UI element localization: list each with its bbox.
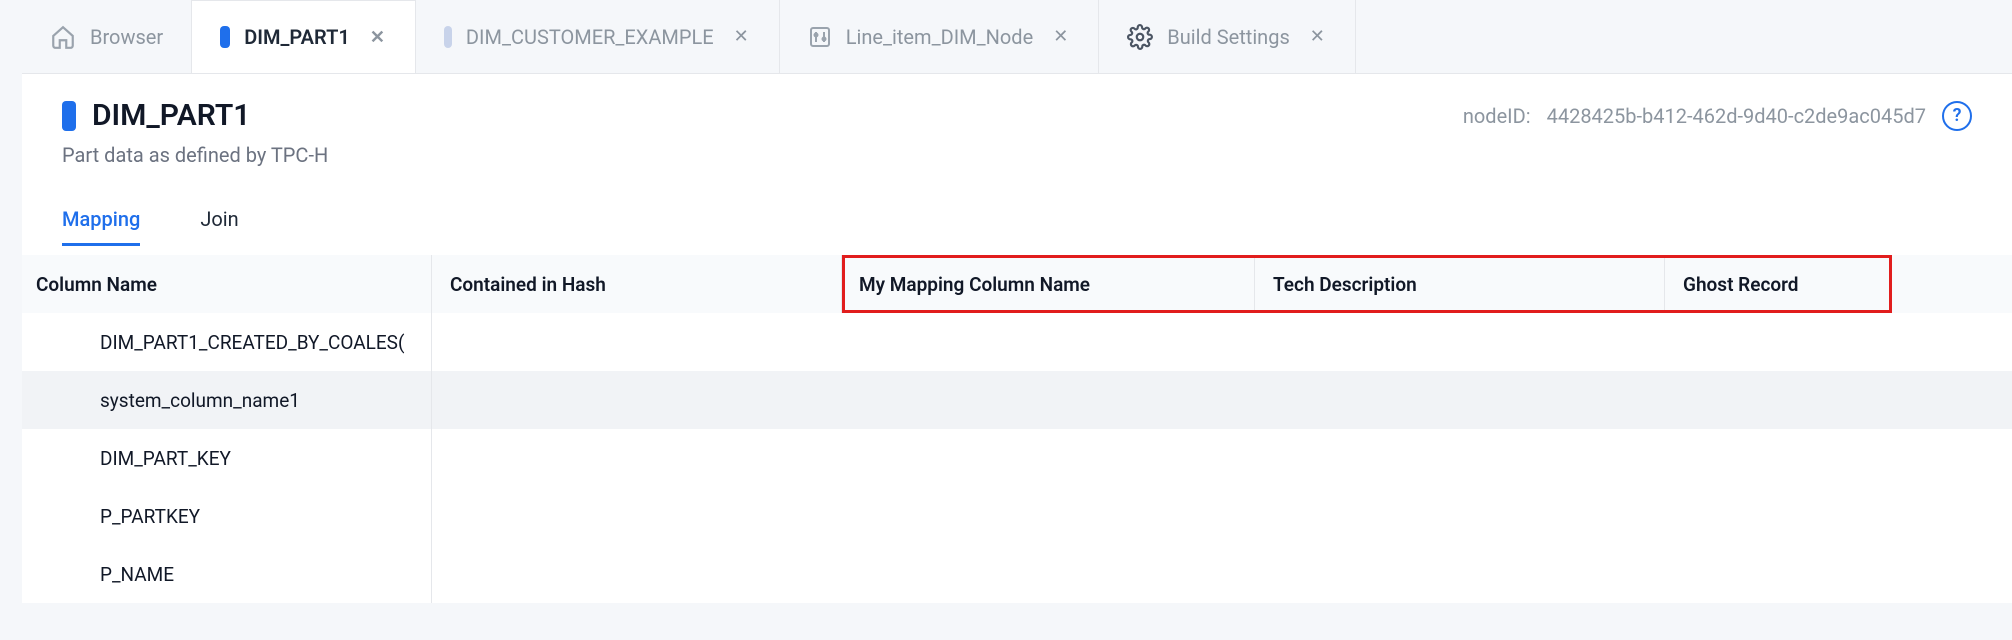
tab-dim-customer-example-label: DIM_CUSTOMER_EXAMPLE	[466, 25, 714, 49]
cell-my-mapping	[842, 487, 1252, 545]
cell-my-mapping	[842, 545, 1252, 603]
cell-spacer	[1892, 313, 2012, 371]
tab-line-item[interactable]: Line_item_DIM_Node ✕	[780, 0, 1100, 73]
tab-dim-customer-example[interactable]: DIM_CUSTOMER_EXAMPLE ✕	[416, 0, 780, 73]
cell-my-mapping	[842, 429, 1252, 487]
cell-tech-desc	[1252, 487, 1662, 545]
tab-dim-part1-label: DIM_PART1	[244, 25, 350, 49]
nodeid-value: 4428425b-b412-462d-9d40-c2de9ac045d7	[1547, 104, 1926, 128]
help-icon[interactable]: ?	[1942, 101, 1972, 131]
page-subtitle: Part data as defined by TPC-H	[62, 143, 1972, 167]
th-column-name[interactable]: Column Name	[22, 255, 432, 313]
tab-browser-label: Browser	[90, 25, 163, 49]
dimension-icon	[62, 101, 76, 131]
cell-column-name: DIM_PART_KEY	[22, 429, 432, 487]
cell-ghost	[1662, 313, 1892, 371]
cell-contained	[432, 429, 842, 487]
cell-contained	[432, 545, 842, 603]
table-row[interactable]: DIM_PART_KEY	[22, 429, 2012, 487]
close-icon[interactable]: ✕	[1051, 26, 1070, 47]
page-header-row: DIM_PART1 nodeID: 4428425b-b412-462d-9d4…	[62, 98, 1972, 133]
tab-browser[interactable]: Browser	[22, 0, 192, 73]
th-ghost-record[interactable]: Ghost Record	[1665, 258, 1895, 310]
cell-column-name: system_column_name1	[22, 371, 432, 429]
cell-column-name: DIM_PART1_CREATED_BY_COALES(	[22, 313, 432, 371]
page-title: DIM_PART1	[92, 98, 250, 133]
mapping-table: Column Name Contained in Hash My Mapping…	[22, 255, 2012, 603]
cell-tech-desc	[1252, 429, 1662, 487]
cell-spacer	[1892, 487, 2012, 545]
tab-build-settings-label: Build Settings	[1167, 25, 1289, 49]
home-icon	[50, 24, 76, 50]
cell-spacer	[1892, 371, 2012, 429]
nodeid-group: nodeID: 4428425b-b412-462d-9d40-c2de9ac0…	[1463, 101, 1972, 131]
cell-column-name: P_PARTKEY	[22, 487, 432, 545]
table-header-row: Column Name Contained in Hash My Mapping…	[22, 255, 2012, 313]
page-title-group: DIM_PART1	[62, 98, 250, 133]
cell-column-name: P_NAME	[22, 545, 432, 603]
cell-ghost	[1662, 487, 1892, 545]
cell-contained	[432, 371, 842, 429]
page-content: DIM_PART1 nodeID: 4428425b-b412-462d-9d4…	[22, 73, 2012, 255]
cell-spacer	[1892, 545, 2012, 603]
sliders-icon	[808, 25, 832, 49]
custom-columns-highlight: My Mapping Column Name Tech Description …	[842, 255, 1892, 313]
cell-tech-desc	[1252, 371, 1662, 429]
cell-contained	[432, 313, 842, 371]
close-icon[interactable]: ✕	[1308, 26, 1327, 47]
th-my-mapping[interactable]: My Mapping Column Name	[845, 258, 1255, 310]
dimension-icon	[444, 26, 452, 48]
cell-my-mapping	[842, 371, 1252, 429]
subnav-tab-mapping[interactable]: Mapping	[62, 197, 140, 246]
table-row[interactable]: DIM_PART1_CREATED_BY_COALES(	[22, 313, 2012, 371]
cell-ghost	[1662, 371, 1892, 429]
nodeid-label: nodeID:	[1463, 104, 1531, 128]
tab-bar: Browser DIM_PART1 ✕ DIM_CUSTOMER_EXAMPLE…	[0, 0, 2012, 73]
cell-ghost	[1662, 545, 1892, 603]
gear-icon	[1127, 24, 1153, 50]
table-row[interactable]: P_PARTKEY	[22, 487, 2012, 545]
table-row[interactable]: system_column_name1	[22, 371, 2012, 429]
close-icon[interactable]: ✕	[368, 27, 387, 48]
th-spacer	[1892, 255, 2012, 313]
subnav: Mapping Join	[62, 197, 1972, 247]
table-row[interactable]: P_NAME	[22, 545, 2012, 603]
dimension-icon	[220, 26, 230, 48]
th-contained-in-hash[interactable]: Contained in Hash	[432, 255, 842, 313]
close-icon[interactable]: ✕	[732, 26, 751, 47]
cell-my-mapping	[842, 313, 1252, 371]
cell-tech-desc	[1252, 313, 1662, 371]
cell-ghost	[1662, 429, 1892, 487]
subnav-tab-join[interactable]: Join	[200, 197, 238, 246]
th-tech-description[interactable]: Tech Description	[1255, 258, 1665, 310]
tab-dim-part1[interactable]: DIM_PART1 ✕	[192, 0, 416, 73]
cell-spacer	[1892, 429, 2012, 487]
cell-tech-desc	[1252, 545, 1662, 603]
tab-build-settings[interactable]: Build Settings ✕	[1099, 0, 1356, 73]
cell-contained	[432, 487, 842, 545]
tab-line-item-label: Line_item_DIM_Node	[846, 25, 1034, 49]
